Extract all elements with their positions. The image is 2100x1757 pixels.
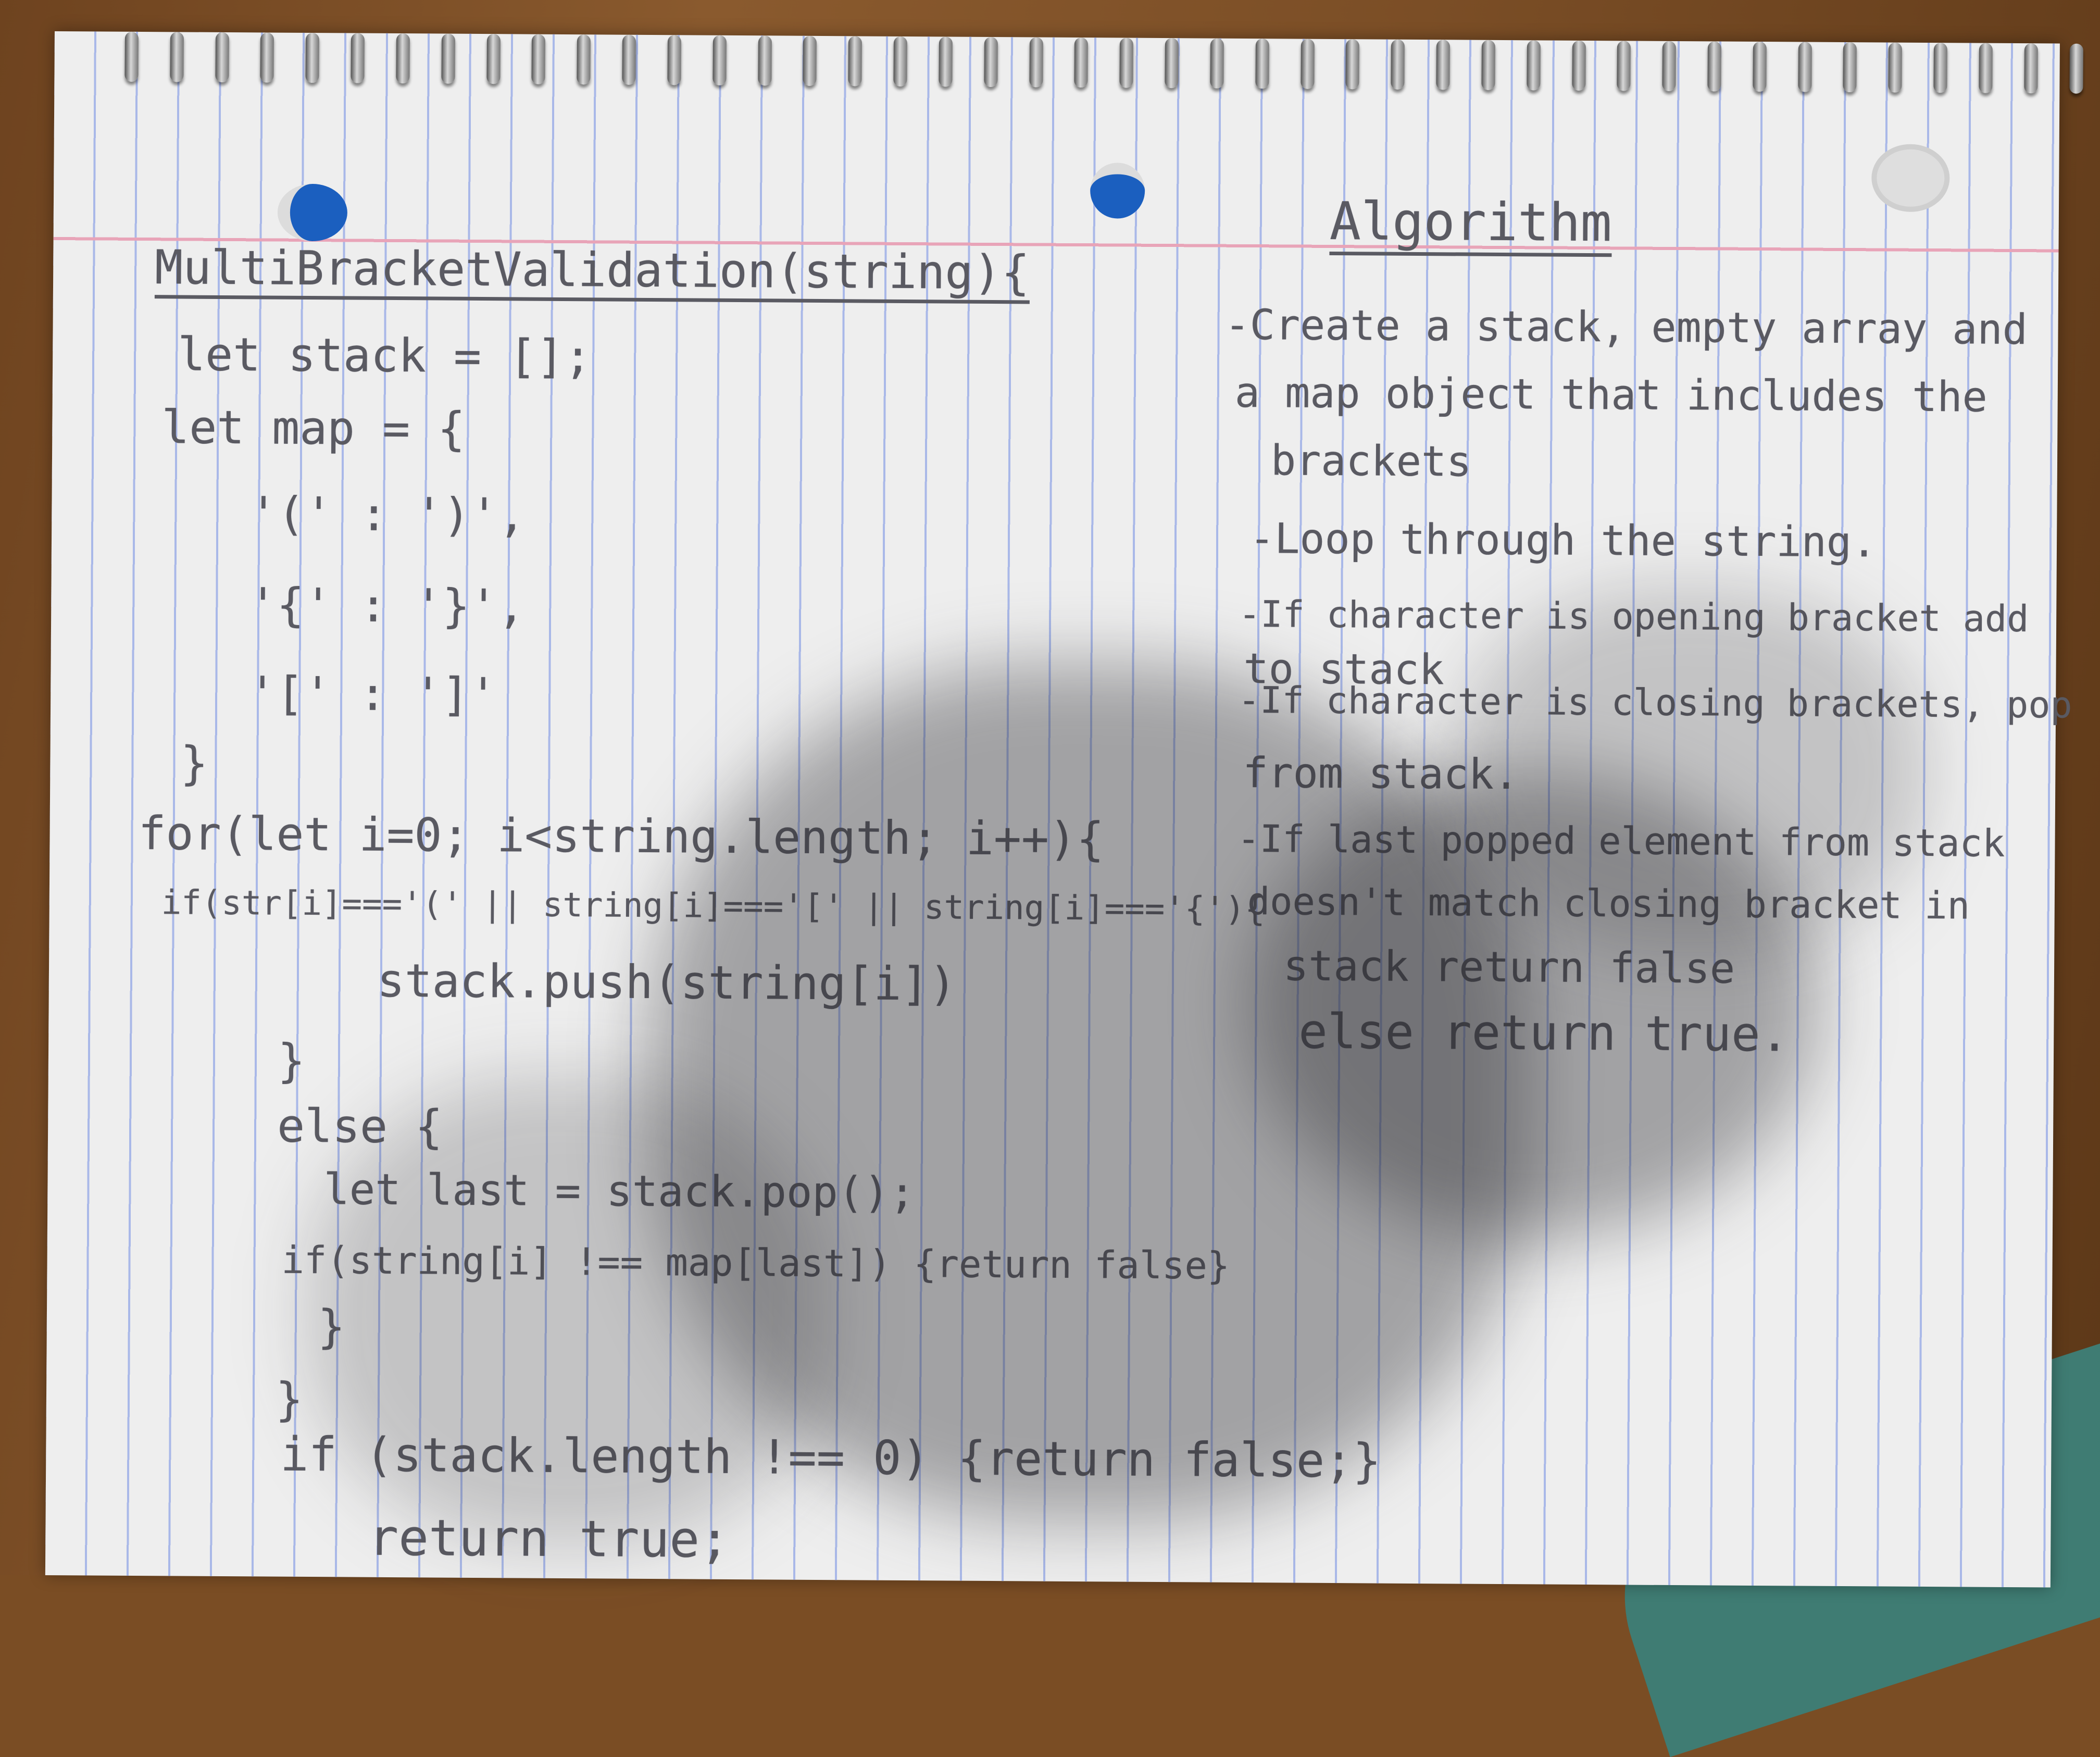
spiral-coil bbox=[1617, 41, 1631, 91]
code-line: return true; bbox=[368, 1508, 730, 1569]
spiral-binding bbox=[124, 31, 2083, 101]
code-title: MultiBracketValidation(string){ bbox=[154, 240, 1030, 304]
spiral-coil bbox=[577, 34, 591, 85]
spiral-coil bbox=[215, 32, 229, 83]
spiral-coil bbox=[1165, 38, 1179, 89]
code-line: '(' : ')', bbox=[249, 487, 526, 542]
code-line: else { bbox=[277, 1099, 443, 1154]
spiral-coil bbox=[1707, 41, 1721, 92]
spiral-coil bbox=[667, 35, 681, 85]
code-line: if(str[i]==='(' || string[i]==='[' || st… bbox=[161, 883, 1266, 929]
spiral-coil bbox=[1119, 38, 1134, 88]
spiral-coil bbox=[939, 36, 953, 87]
code-line: if (stack.length !== 0) {return false;} bbox=[280, 1427, 1381, 1489]
spiral-coil bbox=[1662, 41, 1677, 92]
code-line: if(string[i] !== map[last]) {return fals… bbox=[281, 1238, 1230, 1288]
spiral-coil bbox=[260, 32, 274, 83]
notebook-page: MultiBracketValidation(string){ let stac… bbox=[45, 31, 2083, 1588]
code-function-name: MultiBracketValidation(string){ bbox=[154, 240, 1030, 304]
code-line: let map = { bbox=[161, 400, 466, 456]
spiral-coil bbox=[1029, 37, 1043, 88]
spiral-coil bbox=[1436, 40, 1450, 90]
spiral-coil bbox=[984, 36, 998, 88]
code-line: stack.push(string[i]) bbox=[377, 953, 957, 1011]
algorithm-line: -If character is opening bracket add bbox=[1238, 592, 2029, 641]
spiral-coil bbox=[441, 33, 455, 84]
spiral-coil bbox=[396, 33, 410, 84]
spiral-coil bbox=[1753, 41, 1767, 92]
spiral-coil bbox=[803, 35, 817, 86]
algorithm-line: -Create a stack, empty array and bbox=[1224, 300, 2028, 354]
algorithm-line: else return true. bbox=[1298, 1003, 1790, 1063]
spiral-coil bbox=[305, 32, 320, 83]
algorithm-line: -If character is closing brackets, pop bbox=[1238, 678, 2072, 727]
spiral-coil bbox=[1345, 39, 1360, 90]
code-line: '[' : ']' bbox=[248, 666, 497, 722]
punch-hole bbox=[1871, 144, 1950, 213]
spiral-coil bbox=[2069, 43, 2083, 94]
spiral-coil bbox=[351, 33, 365, 83]
spiral-coil bbox=[2024, 43, 2038, 94]
punch-hole bbox=[277, 183, 348, 242]
spiral-coil bbox=[757, 35, 772, 86]
spiral-coil bbox=[1979, 43, 1993, 93]
algorithm-line: doesn't match closing bracket in bbox=[1247, 879, 1970, 928]
spiral-coil bbox=[1843, 42, 1857, 93]
spiral-coil bbox=[622, 34, 636, 85]
spiral-coil bbox=[1300, 39, 1315, 89]
spiral-coil bbox=[531, 34, 546, 84]
spiral-coil bbox=[1888, 42, 1903, 93]
code-line: for(let i=0; i<string.length; i++){ bbox=[138, 806, 1105, 866]
code-line: } bbox=[180, 736, 208, 790]
spiral-coil bbox=[1481, 40, 1495, 90]
spiral-coil bbox=[1255, 39, 1269, 89]
spiral-coil bbox=[1074, 37, 1089, 88]
algorithm-title-text: Algorithm bbox=[1329, 190, 1613, 257]
spiral-coil bbox=[1391, 39, 1405, 90]
algorithm-line: -Loop through the string. bbox=[1249, 514, 1877, 567]
spiral-coil bbox=[124, 31, 139, 82]
code-line: '{' : '}', bbox=[248, 578, 526, 633]
code-line: } bbox=[317, 1300, 346, 1354]
algorithm-line: -If last popped element from stack bbox=[1237, 816, 2005, 865]
code-line: } bbox=[275, 1372, 304, 1426]
spiral-coil bbox=[1797, 42, 1812, 92]
spiral-coil bbox=[1571, 40, 1586, 91]
algorithm-line: stack return false bbox=[1283, 941, 1735, 993]
spiral-coil bbox=[170, 32, 184, 82]
code-line: } bbox=[277, 1033, 306, 1088]
code-line: let last = stack.pop(); bbox=[323, 1165, 916, 1218]
spiral-coil bbox=[486, 34, 501, 84]
algorithm-line: a map object that includes the bbox=[1234, 368, 1988, 421]
spiral-coil bbox=[1527, 40, 1541, 91]
algorithm-line: brackets bbox=[1270, 436, 1472, 486]
algorithm-title: Algorithm bbox=[1329, 190, 1613, 257]
algorithm-line: from stack. bbox=[1243, 748, 1519, 799]
spiral-coil bbox=[893, 36, 908, 86]
spiral-coil bbox=[1210, 38, 1224, 89]
punch-hole bbox=[1090, 163, 1145, 219]
code-line: let stack = []; bbox=[177, 327, 592, 384]
spiral-coil bbox=[712, 35, 727, 85]
spiral-coil bbox=[1933, 43, 1948, 93]
spiral-coil bbox=[848, 36, 863, 86]
